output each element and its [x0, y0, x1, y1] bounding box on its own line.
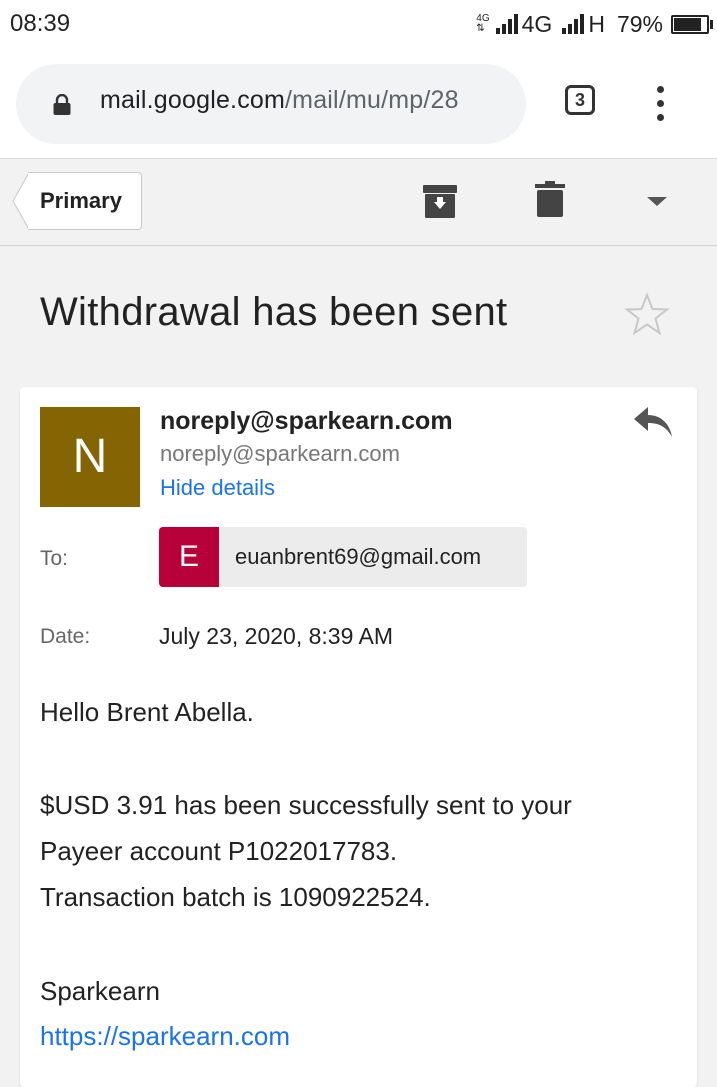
- body-line-1: $USD 3.91 has been successfully sent to …: [40, 790, 572, 820]
- url-path: /mail/mu/mp/28: [285, 86, 459, 114]
- reply-icon[interactable]: [632, 405, 674, 439]
- battery-icon: [671, 14, 713, 34]
- star-icon[interactable]: [624, 292, 670, 338]
- status-bar: 08:39 4G ⇅ 4G H 79%: [0, 0, 717, 50]
- recipient-email: euanbrent69@gmail.com: [235, 544, 482, 569]
- network-label-2: H: [588, 10, 605, 37]
- body-link[interactable]: https://sparkearn.com: [40, 1021, 290, 1052]
- body-greeting: Hello Brent Abella.: [40, 697, 254, 727]
- to-label: To:: [40, 547, 69, 570]
- body-line-2: Payeer account P1022017783.: [40, 836, 398, 866]
- url-text[interactable]: mail.google.com/mail/mu/mp/28: [100, 86, 459, 115]
- archive-icon[interactable]: [422, 183, 458, 219]
- recipient-chip[interactable]: E euanbrent69@gmail.com: [159, 527, 527, 587]
- sender-name: noreply@sparkearn.com: [160, 407, 453, 435]
- body-signature: Sparkearn: [40, 976, 160, 1006]
- tab-switcher-button[interactable]: 3: [565, 85, 595, 115]
- mail-toolbar: Primary: [0, 158, 717, 246]
- signal-icon: [495, 14, 518, 34]
- browser-toolbar: mail.google.com/mail/mu/mp/28 3: [0, 50, 717, 158]
- sender-email: noreply@sparkearn.com: [160, 441, 400, 466]
- address-bar[interactable]: mail.google.com/mail/mu/mp/28: [16, 64, 526, 144]
- battery-percent: 79%: [616, 10, 663, 37]
- hide-details-link[interactable]: Hide details: [160, 475, 275, 501]
- recipient-avatar: E: [159, 527, 219, 587]
- signal-icon-2: [562, 14, 585, 34]
- date-value: July 23, 2020, 8:39 AM: [159, 623, 393, 649]
- chevron-down-icon[interactable]: [647, 197, 667, 206]
- primary-label: Primary: [40, 188, 122, 213]
- network-label-1: 4G: [521, 10, 553, 37]
- sender-avatar: N: [40, 407, 140, 507]
- data-indicator: 4G ⇅: [476, 13, 490, 34]
- url-host: mail.google.com: [100, 86, 286, 114]
- email-subject: Withdrawal has been sent: [40, 290, 508, 334]
- more-menu-icon[interactable]: [651, 86, 671, 122]
- message-card: N noreply@sparkearn.com noreply@sparkear…: [20, 387, 697, 1087]
- date-label: Date:: [40, 625, 91, 648]
- body-line-3: Transaction batch is 1090922524.: [40, 882, 431, 912]
- status-time: 08:39: [10, 10, 71, 37]
- lock-icon: [53, 94, 71, 115]
- delete-icon[interactable]: [535, 181, 565, 217]
- status-indicators: 4G ⇅ 4G H 79%: [476, 8, 713, 40]
